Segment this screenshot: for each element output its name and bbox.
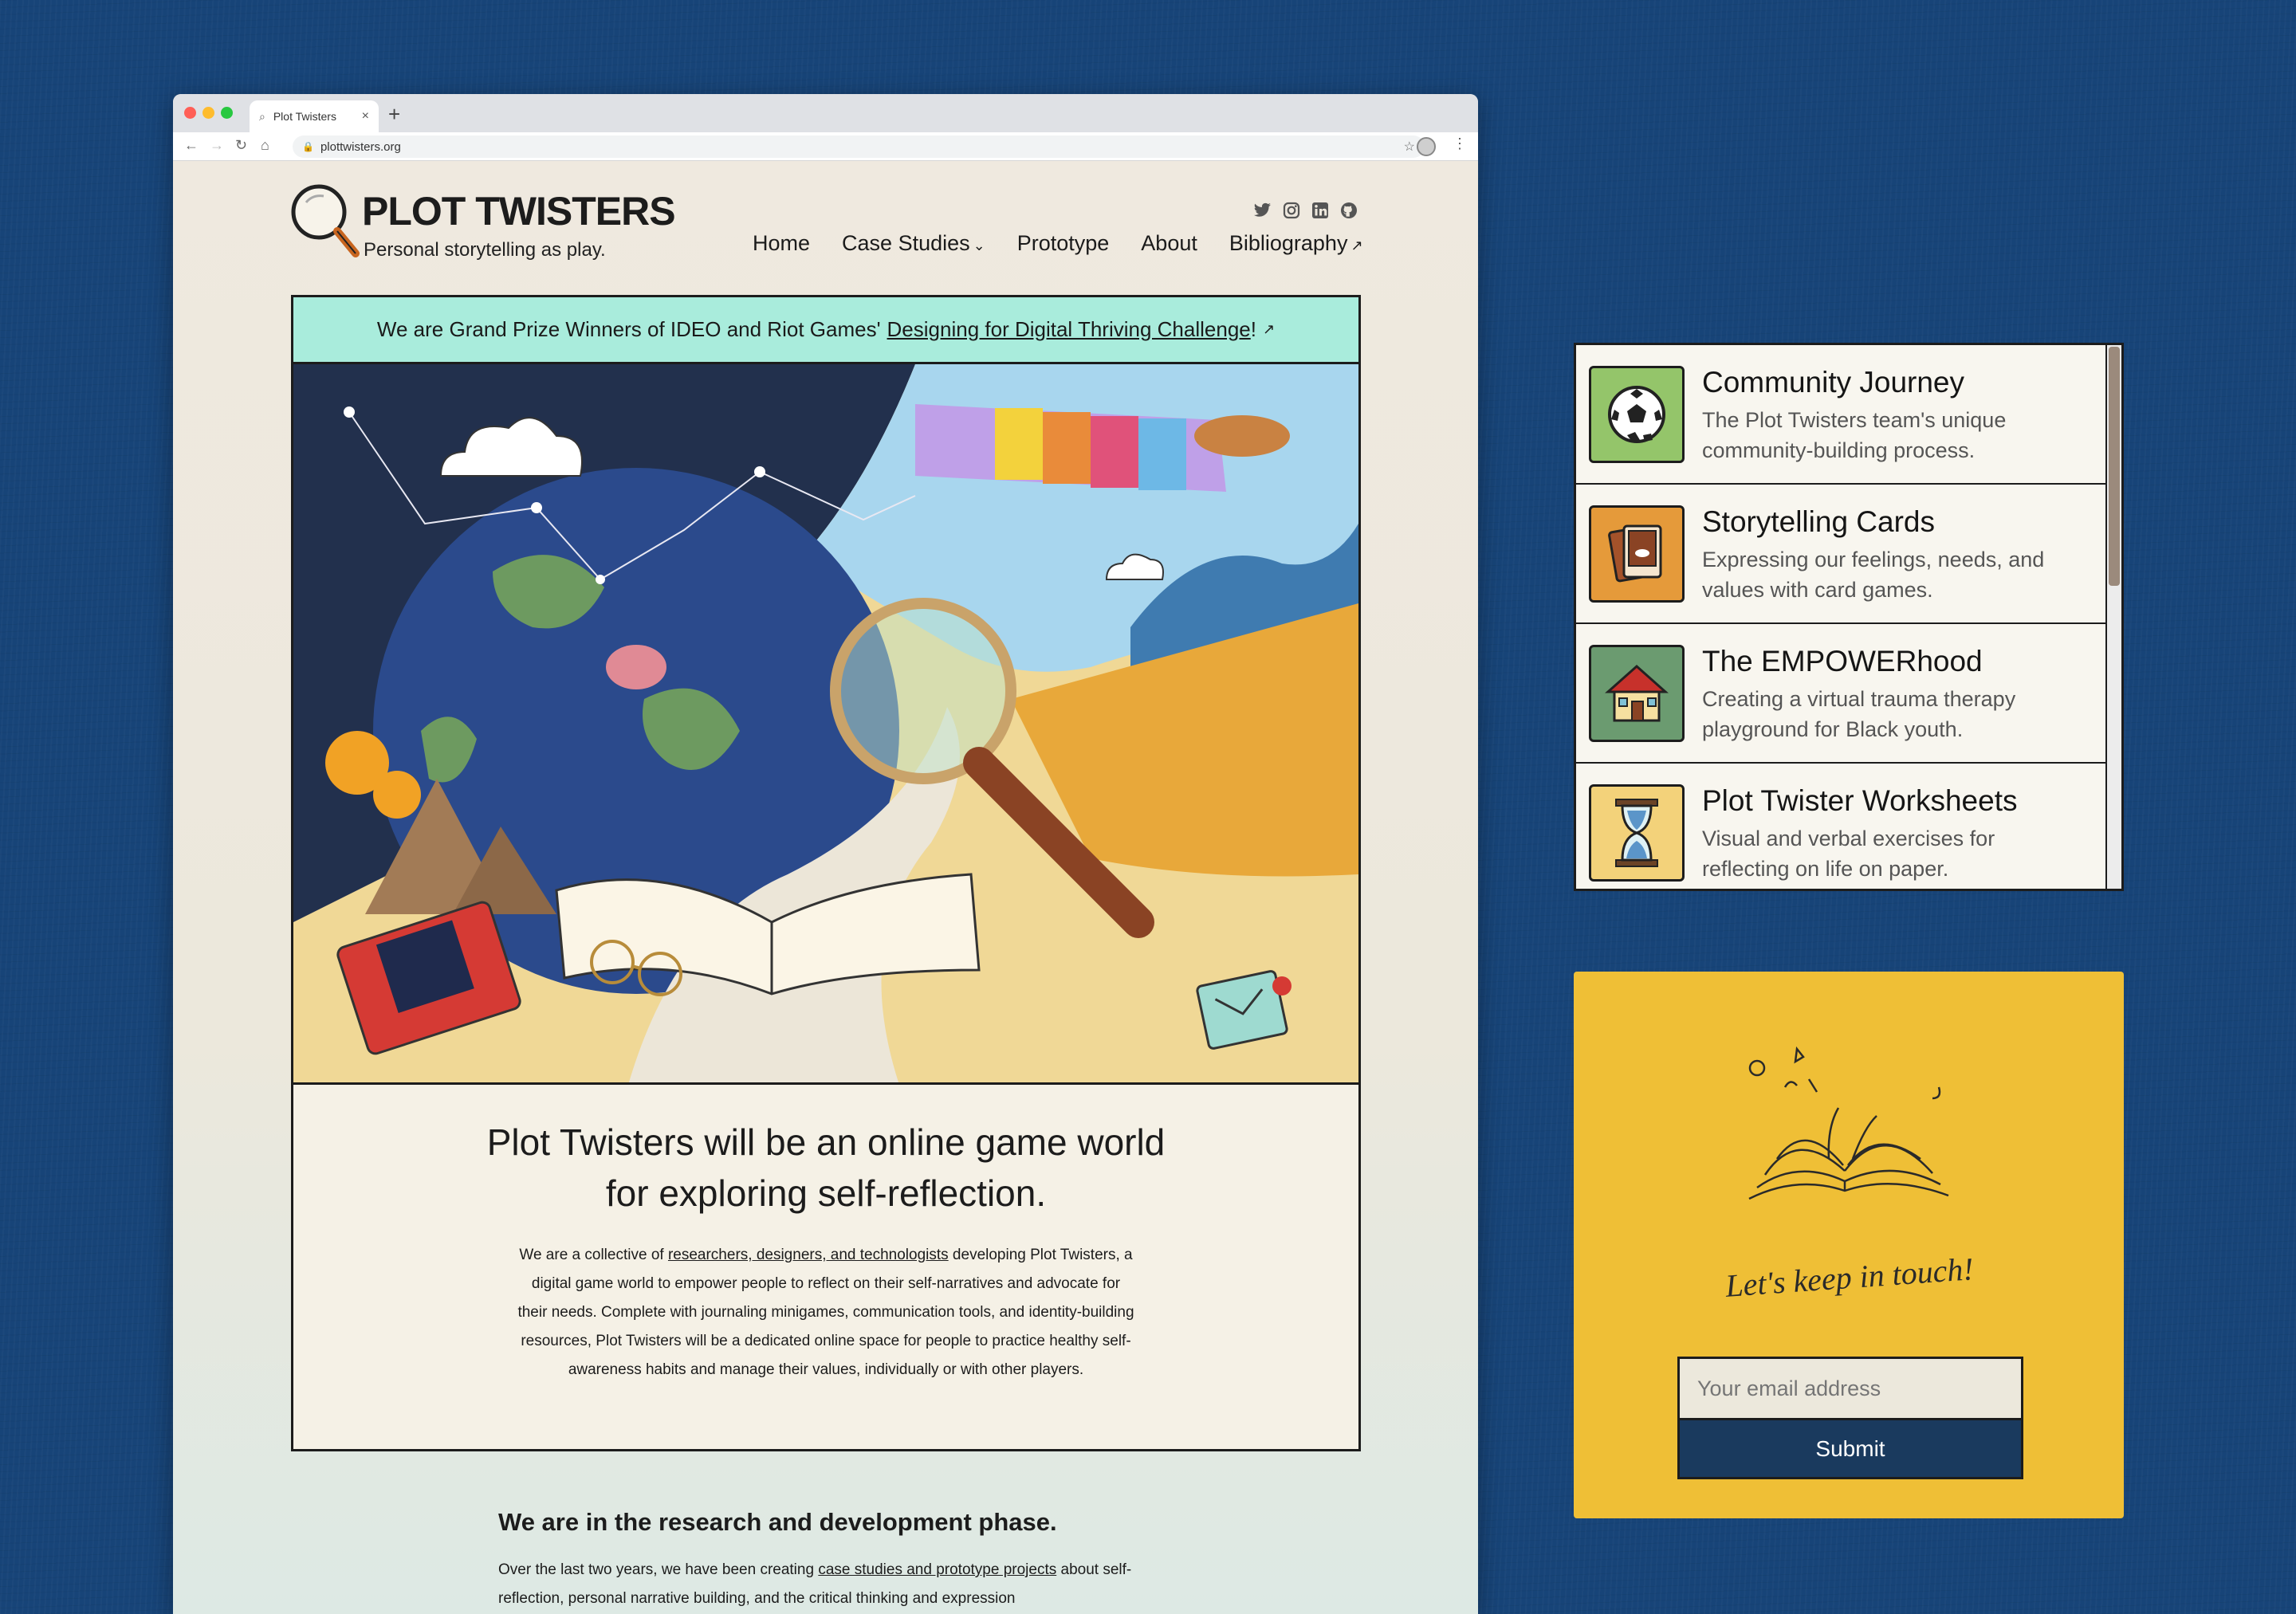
address-bar[interactable]: 🔒 plottwisters.org ☆ [293,135,1425,158]
nav-case-studies[interactable]: Case Studies ⌄ [842,231,985,256]
browser-tab[interactable]: ⌕ Plot Twisters × [250,100,379,132]
linkedin-icon[interactable] [1311,201,1330,220]
list-item-desc-line-1: The Plot Twisters team's unique [1702,407,2007,432]
twitter-icon[interactable] [1253,201,1272,220]
case-studies-link[interactable]: case studies and prototype projects [818,1561,1056,1578]
browser-toolbar: ← → ↻ ⌂ 🔒 plottwisters.org ☆ ⋮ [173,132,1478,161]
nav-bibliography-label: Bibliography [1229,231,1348,255]
close-tab-icon[interactable]: × [362,109,369,124]
list-item-title: Storytelling Cards [1702,505,1936,538]
list-item-desc-line-1: Creating a virtual trauma therapy [1702,686,2016,711]
list-scrollbar[interactable] [2105,345,2121,889]
browser-tab-bar: ⌕ Plot Twisters × + [173,94,1478,132]
list-item-desc-line-2: playground for Black youth. [1702,717,1964,741]
minimize-window-button[interactable] [202,107,214,119]
list-item-empowerhood[interactable]: The EMPOWERhood Creating a virtual traum… [1576,624,2107,764]
close-window-button[interactable] [184,107,196,119]
external-link-icon: ↗ [1350,238,1363,253]
list-item-storytelling-cards[interactable]: Storytelling Cards Expressing our feelin… [1576,485,2107,624]
list-item-desc-line-1: Expressing our feelings, needs, and [1702,547,2045,571]
banner-text: We are Grand Prize Winners of IDEO and R… [376,317,881,341]
research-text-before: Over the last two years, we have been cr… [498,1561,819,1578]
list-item-worksheets[interactable]: Plot Twister Worksheets Visual and verba… [1576,764,2107,889]
soccer-ball-icon [1589,365,1685,463]
list-item-title: The EMPOWERhood [1702,644,1983,677]
intro-headline-line-2: for exploring self-reflection. [605,1172,1047,1214]
banner-link[interactable]: Designing for Digital Thriving Challenge [887,317,1251,342]
banner-suffix: ! [1250,317,1256,341]
site-name: PLOT TWISTERS [362,189,676,234]
list-item-desc-line-2: community-building process. [1702,438,1976,462]
hero-artwork [293,364,1358,1082]
search-icon: ⌕ [259,109,265,123]
hero-illustration [293,364,1358,1085]
intro-headline-line-1: Plot Twisters will be an online game wor… [486,1121,1166,1163]
browser-menu-icon[interactable]: ⋮ [1453,135,1467,152]
nav-bibliography[interactable]: Bibliography ↗ [1229,231,1363,256]
list-item-desc: Visual and verbal exercises for reflecti… [1702,823,2018,884]
list-item-title: Plot Twister Worksheets [1702,783,2018,817]
submit-button[interactable]: Submit [1677,1418,2023,1479]
intro-paragraph: We are a collective of researchers, desi… [515,1241,1137,1384]
intro-body-after: developing Plot Twisters, a digital game… [517,1247,1134,1378]
research-heading: We are in the research and development p… [498,1508,1057,1536]
home-icon[interactable]: ⌂ [261,137,269,154]
list-item-desc: The Plot Twisters team's unique communit… [1702,405,2006,465]
site-tagline: Personal storytelling as play. [364,239,606,261]
list-item-community-journey[interactable]: Community Journey The Plot Twisters team… [1576,345,2107,485]
social-links [1253,201,1358,220]
nav-case-studies-label: Case Studies [842,231,970,255]
nav-prototype[interactable]: Prototype [1017,231,1110,256]
cards-icon [1589,505,1685,603]
list-item-desc-line-2: values with card games. [1702,577,1933,602]
chevron-down-icon: ⌄ [973,238,985,253]
github-icon[interactable] [1339,201,1358,220]
maximize-window-button[interactable] [221,107,233,119]
lock-icon: 🔒 [302,141,314,152]
forward-icon[interactable]: → [210,137,224,154]
open-book-icon [1748,1046,1949,1200]
list-item-desc-line-1: Visual and verbal exercises for [1702,826,1995,850]
main-nav: Home Case Studies ⌄ Prototype About Bibli… [753,231,1363,256]
hourglass-icon [1589,783,1685,882]
list-item-text: Plot Twister Worksheets Visual and verba… [1702,782,2018,884]
newsletter-signup: Let's keep in touch! Submit [1574,972,2124,1518]
back-icon[interactable]: ← [184,137,199,154]
intro-headline: Plot Twisters will be an online game wor… [357,1117,1295,1219]
reload-icon[interactable]: ↻ [235,137,247,154]
team-link[interactable]: researchers, designers, and technologist… [668,1247,949,1263]
list-item-desc: Expressing our feelings, needs, and valu… [1702,544,2044,605]
bookmark-star-icon[interactable]: ☆ [1404,139,1415,155]
intro-body-before: We are a collective of [519,1247,668,1263]
instagram-icon[interactable] [1282,201,1301,220]
new-tab-button[interactable]: + [388,102,400,127]
newsletter-tagline: Let's keep in touch! [1724,1251,1975,1304]
house-icon [1589,644,1685,742]
list-item-text: Community Journey The Plot Twisters team… [1702,363,2006,465]
external-link-icon: ↗ [1262,321,1276,337]
list-scroll-thumb[interactable] [2109,347,2120,586]
tab-title: Plot Twisters [273,110,336,123]
hero-card: We are Grand Prize Winners of IDEO and R… [291,295,1361,1451]
profile-avatar[interactable] [1417,137,1436,156]
announcement-banner: We are Grand Prize Winners of IDEO and R… [293,297,1358,364]
list-item-desc-line-2: reflecting on life on paper. [1702,856,1949,881]
list-item-title: Community Journey [1702,365,1965,399]
list-item-desc: Creating a virtual trauma therapy playgr… [1702,684,2015,744]
window-controls [184,107,233,119]
nav-home[interactable]: Home [753,231,810,256]
intro-section: Plot Twisters will be an online game wor… [293,1085,1358,1384]
magnifier-icon [291,184,360,257]
url-text: plottwisters.org [320,139,401,154]
list-item-text: Storytelling Cards Expressing our feelin… [1702,503,2044,605]
list-item-text: The EMPOWERhood Creating a virtual traum… [1702,642,2015,744]
browser-window: ⌕ Plot Twisters × + ← → ↻ ⌂ 🔒 plottwiste… [173,94,1478,1614]
project-list: Community Journey The Plot Twisters team… [1574,343,2124,891]
nav-about[interactable]: About [1141,231,1197,256]
email-field[interactable] [1677,1357,2023,1418]
research-paragraph: Over the last two years, we have been cr… [498,1556,1192,1613]
site-page: PLOT TWISTERS Personal storytelling as p… [173,161,1478,1614]
